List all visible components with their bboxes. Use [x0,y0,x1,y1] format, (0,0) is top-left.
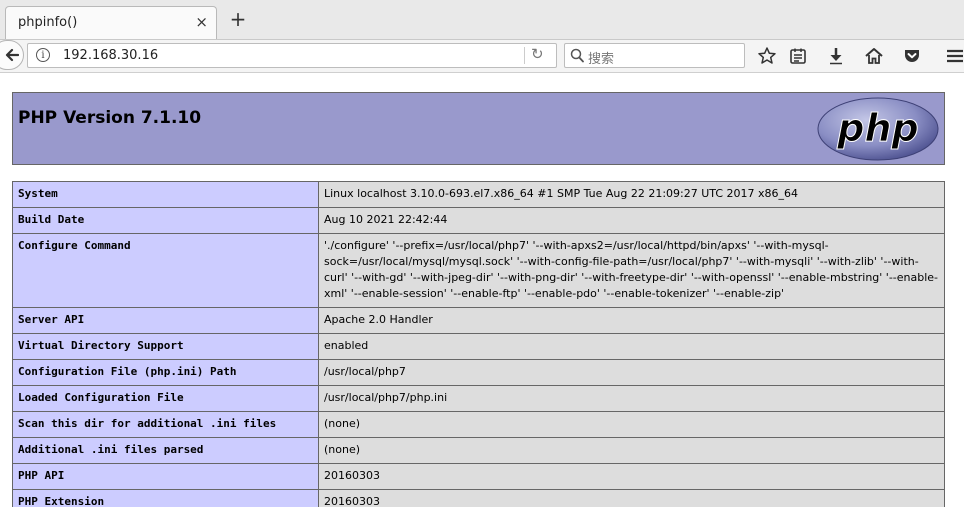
row-key: PHP API [12,463,319,490]
row-value: Linux localhost 3.10.0-693.el7.x86_64 #1… [318,181,945,208]
page-title: PHP Version 7.1.10 [18,108,202,128]
bookmark-star-icon[interactable] [757,46,777,66]
row-key: PHP Extension [12,489,319,507]
row-value: './configure' '--prefix=/usr/local/php7'… [318,233,945,308]
back-arrow-icon [5,48,19,62]
reading-list-icon[interactable] [788,46,808,66]
row-value: /usr/local/php7/php.ini [318,385,945,412]
close-icon[interactable]: × [195,13,208,31]
row-value: (none) [318,411,945,438]
table-row: Configuration File (php.ini) Path/usr/lo… [12,359,945,386]
row-key: Loaded Configuration File [12,385,319,412]
row-key: Server API [12,307,319,334]
row-value: 20160303 [318,463,945,490]
row-key: Virtual Directory Support [12,333,319,360]
row-value: enabled [318,333,945,360]
php-logo-icon[interactable]: php [817,97,939,161]
table-row: Configure Command './configure' '--prefix… [12,233,945,308]
menu-icon[interactable] [945,46,964,66]
table-row: Additional .ini files parsed (none) [12,437,945,464]
php-version-header: PHP Version 7.1.10 php [12,92,945,165]
tab-strip: phpinfo() × + [0,0,964,40]
page-content: PHP Version 7.1.10 php System Linux local… [0,73,964,507]
url-bar[interactable]: i 192.168.30.16 ↻ [27,43,557,68]
system-info-table: System Linux localhost 3.10.0-693.el7.x86… [12,181,945,507]
row-key: Configure Command [12,233,319,308]
download-icon[interactable] [826,46,846,66]
php-logo-text: php [836,106,918,150]
table-row: Virtual Directory Support enabled [12,333,945,360]
row-key: Additional .ini files parsed [12,437,319,464]
search-input[interactable]: 搜索 [564,43,745,68]
table-row: System Linux localhost 3.10.0-693.el7.x86… [12,181,945,208]
row-value: /usr/local/php7 [318,359,945,386]
row-key: System [12,181,319,208]
table-row: Scan this dir for additional .ini files(… [12,411,945,438]
row-value: Aug 10 2021 22:42:44 [318,207,945,234]
table-row: Loaded Configuration File/usr/local/php7… [12,385,945,412]
url-text[interactable]: 192.168.30.16 [63,48,158,63]
table-row: PHP API 20160303 [12,463,945,490]
row-key: Configuration File (php.ini) Path [12,359,319,386]
tab-phpinfo[interactable]: phpinfo() × [5,6,217,39]
tab-title: phpinfo() [18,15,78,30]
row-value: (none) [318,437,945,464]
row-value: 20160303 [318,489,945,507]
row-key: Build Date [12,207,319,234]
search-placeholder: 搜索 [588,52,615,67]
new-tab-button[interactable]: + [228,9,248,29]
table-row: PHP Extension 20160303 [12,489,945,507]
back-button[interactable] [0,40,24,70]
info-icon[interactable]: i [36,48,50,62]
pocket-icon[interactable] [902,46,922,66]
reload-icon[interactable]: ↻ [531,45,544,63]
search-icon [570,48,584,63]
home-icon[interactable] [864,46,884,66]
table-row: Build Date Aug 10 2021 22:42:44 [12,207,945,234]
row-value: Apache 2.0 Handler [318,307,945,334]
table-row: Server API Apache 2.0 Handler [12,307,945,334]
url-divider [524,47,525,64]
row-key: Scan this dir for additional .ini files [12,411,319,438]
navigation-bar: i 192.168.30.16 ↻ 搜索 [0,40,964,73]
